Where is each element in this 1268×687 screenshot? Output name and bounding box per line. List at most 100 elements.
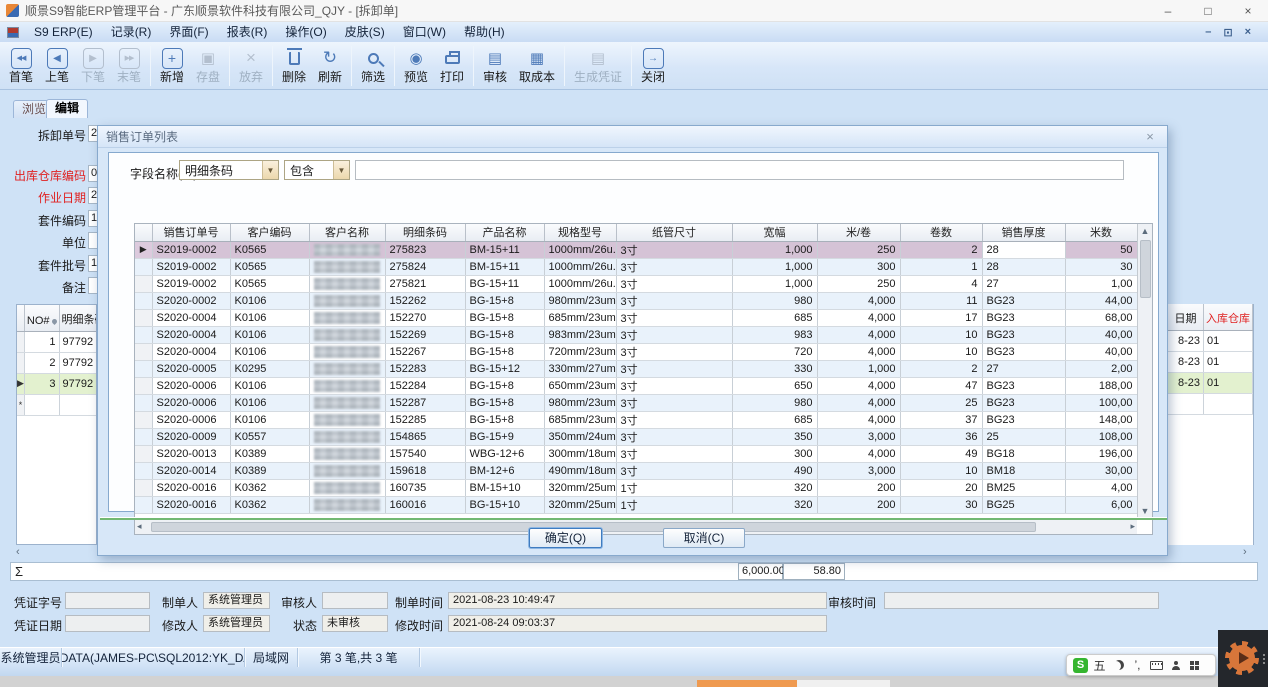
cell[interactable]: 2 (900, 360, 982, 377)
cell[interactable]: 3寸 (616, 275, 732, 292)
cell[interactable] (309, 479, 385, 496)
cell[interactable] (309, 411, 385, 428)
cell[interactable]: 8-23 (1168, 351, 1204, 372)
cell[interactable]: 2 (900, 241, 982, 258)
chevron-down-icon[interactable]: ▼ (262, 161, 278, 179)
audit-button[interactable]: ▤审核 (477, 44, 513, 88)
cell[interactable]: K0565 (230, 258, 309, 275)
cell[interactable]: 3 (24, 373, 59, 394)
cell[interactable]: BG23 (982, 377, 1065, 394)
cell[interactable]: 148,00 (1065, 411, 1137, 428)
cell[interactable]: BG-15+8 (465, 326, 544, 343)
table-row[interactable]: S2020-0016K0362160016BG-15+10320mm/25um.… (135, 496, 1137, 513)
cell[interactable]: S2020-0016 (152, 479, 230, 496)
cell[interactable] (1204, 393, 1253, 414)
cell[interactable] (309, 343, 385, 360)
cell[interactable]: BG23 (982, 309, 1065, 326)
cell[interactable] (309, 360, 385, 377)
cell[interactable]: 320 (732, 496, 817, 513)
preview-button[interactable]: ◉预览 (398, 44, 434, 88)
cell[interactable]: 3寸 (616, 360, 732, 377)
table-row[interactable]: S2020-0004K0106152270BG-15+8685mm/23um..… (135, 309, 1137, 326)
cell[interactable]: 154865 (385, 428, 465, 445)
table-row[interactable]: 8-2301 (1168, 372, 1253, 393)
cell[interactable]: 3寸 (616, 326, 732, 343)
cell[interactable]: 685 (732, 411, 817, 428)
sogou-logo-icon[interactable]: S (1073, 658, 1088, 673)
cell[interactable]: 3寸 (616, 292, 732, 309)
cell[interactable]: S2020-0009 (152, 428, 230, 445)
cell[interactable] (59, 394, 97, 415)
menu-item[interactable]: 窗口(W) (394, 22, 455, 42)
cell[interactable]: 40,00 (1065, 343, 1137, 360)
cell[interactable]: 30 (900, 496, 982, 513)
cell[interactable] (309, 445, 385, 462)
cell[interactable]: 200 (817, 479, 900, 496)
cell[interactable]: BG-15+9 (465, 428, 544, 445)
cell[interactable]: 1,00 (1065, 275, 1137, 292)
table-row[interactable]: S2020-0009K0557154865BG-15+9350mm/24um..… (135, 428, 1137, 445)
table-row[interactable]: S2020-0006K0106152285BG-15+8685mm/23um..… (135, 411, 1137, 428)
cell[interactable]: 250 (817, 275, 900, 292)
cell[interactable]: S2020-0006 (152, 411, 230, 428)
cell[interactable]: 01 (1204, 372, 1253, 393)
cell[interactable]: 01 (1204, 330, 1253, 351)
cell[interactable]: BG23 (982, 326, 1065, 343)
cell[interactable]: 275823 (385, 241, 465, 258)
cell[interactable]: S2020-0004 (152, 326, 230, 343)
cell[interactable]: S2020-0006 (152, 377, 230, 394)
cell[interactable]: 350mm/24um... (544, 428, 616, 445)
cell[interactable]: 1 (900, 258, 982, 275)
dialog-titlebar[interactable]: 销售订单列表 × (98, 126, 1167, 148)
cell[interactable]: 2,00 (1065, 360, 1137, 377)
cell[interactable]: 36 (900, 428, 982, 445)
cell[interactable]: BG-15+12 (465, 360, 544, 377)
cell[interactable]: 25 (982, 428, 1065, 445)
table-row[interactable]: ▶397792 (17, 373, 97, 394)
cell[interactable]: 1000mm/26u... (544, 258, 616, 275)
cost-button[interactable]: ▦取成本 (513, 44, 561, 88)
cell[interactable]: K0389 (230, 445, 309, 462)
cell[interactable]: BM18 (982, 462, 1065, 479)
cell[interactable]: 28 (982, 241, 1065, 258)
cell[interactable]: 3寸 (616, 394, 732, 411)
cell[interactable]: BM-12+6 (465, 462, 544, 479)
col-no-header[interactable]: NO# (24, 305, 59, 331)
column-header[interactable]: 销售订单号 (152, 224, 230, 241)
column-header[interactable]: 客户编码 (230, 224, 309, 241)
cell[interactable]: 30 (1065, 258, 1137, 275)
cell[interactable]: BG-15+8 (465, 292, 544, 309)
cell[interactable]: 4,000 (817, 292, 900, 309)
cell[interactable]: 980 (732, 394, 817, 411)
cell[interactable]: 8-23 (1168, 330, 1204, 351)
cell[interactable]: 300mm/18um... (544, 445, 616, 462)
cell[interactable]: 3寸 (616, 377, 732, 394)
cell[interactable]: 4,000 (817, 326, 900, 343)
table-row[interactable]: 8-2301 (1168, 330, 1253, 351)
cell[interactable]: 3寸 (616, 309, 732, 326)
col-barcode-header[interactable]: 明细条码 (59, 305, 97, 331)
cell[interactable]: BG-15+8 (465, 309, 544, 326)
cell[interactable]: 490mm/18um... (544, 462, 616, 479)
cell[interactable]: 160735 (385, 479, 465, 496)
cell[interactable]: 1 (24, 331, 59, 352)
cell[interactable]: 4,000 (817, 343, 900, 360)
cell[interactable]: BG-15+8 (465, 411, 544, 428)
cell[interactable]: 720 (732, 343, 817, 360)
table-row[interactable]: * (17, 394, 97, 415)
cell[interactable]: BG23 (982, 411, 1065, 428)
cell[interactable]: 6,00 (1065, 496, 1137, 513)
cell[interactable]: 10 (900, 343, 982, 360)
cell[interactable]: S2020-0006 (152, 394, 230, 411)
cell[interactable] (309, 377, 385, 394)
cell[interactable]: K0362 (230, 496, 309, 513)
cell[interactable]: 25 (900, 394, 982, 411)
taskbar-white-app[interactable] (797, 680, 890, 687)
cell[interactable] (309, 428, 385, 445)
cell[interactable]: 152270 (385, 309, 465, 326)
taskbar-orange-app[interactable] (697, 680, 797, 687)
minimize-button[interactable]: – (1148, 0, 1188, 22)
cell[interactable]: WBG-12+6 (465, 445, 544, 462)
filter-button[interactable]: 筛选 (355, 44, 391, 88)
menu-item[interactable]: 皮肤(S) (336, 22, 394, 42)
